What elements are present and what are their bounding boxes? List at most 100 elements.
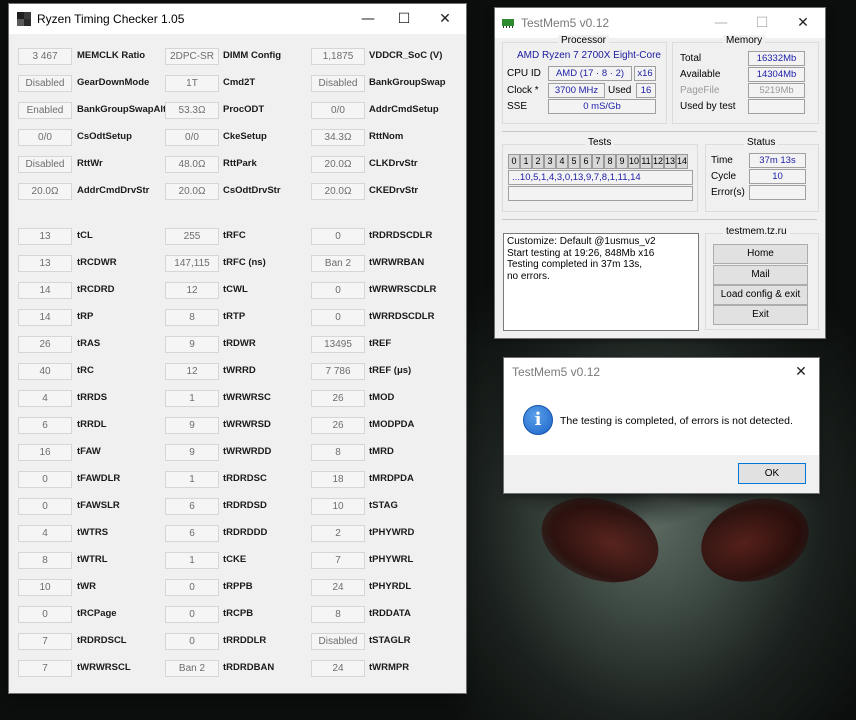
parameter-label: tRCDRD bbox=[77, 284, 115, 295]
value-field: Disabled bbox=[18, 156, 72, 173]
value-field: Enabled bbox=[18, 102, 72, 119]
value-field: 9 bbox=[165, 336, 219, 353]
testmem-window: TestMem5 v0.12 — ☐ ✕ Processor AMD Ryzen… bbox=[495, 8, 825, 338]
parameter-label: Cmd2T bbox=[223, 77, 256, 88]
cpu-id-value: AMD (17 · 8 · 2) bbox=[548, 66, 632, 81]
parameter-label: tRC bbox=[77, 365, 94, 376]
close-button[interactable]: ✕ bbox=[781, 8, 825, 38]
value-field: 40 bbox=[18, 363, 72, 380]
rtc-titlebar[interactable]: Ryzen Timing Checker 1.05 — ☐ ✕ bbox=[9, 4, 466, 34]
value-field: 0 bbox=[18, 498, 72, 515]
dialog-titlebar[interactable]: TestMem5 v0.12 ✕ bbox=[504, 358, 819, 386]
parameter-label: tWRWRSCDLR bbox=[369, 284, 437, 295]
parameter-label: tRDRDSCDLR bbox=[369, 230, 433, 241]
parameter-label: VDDCR_SoC (V) bbox=[369, 50, 443, 61]
parameter-label: tPHYWRD bbox=[369, 527, 415, 538]
parameter-label: tFAWSLR bbox=[77, 500, 120, 511]
parameter-label: tRPPB bbox=[223, 581, 253, 592]
test-number: 12 bbox=[652, 154, 664, 169]
clock-value: 3700 MHz bbox=[548, 83, 605, 98]
test-number: 1 bbox=[520, 154, 532, 169]
group-title: testmem.tz.ru bbox=[723, 226, 790, 237]
value-field: 10 bbox=[311, 498, 365, 515]
value-field: 8 bbox=[311, 444, 365, 461]
parameter-label: tCL bbox=[77, 230, 93, 241]
parameter-label: tCWL bbox=[223, 284, 248, 295]
exit-button[interactable]: Exit bbox=[713, 305, 808, 325]
close-button[interactable]: ✕ bbox=[784, 357, 818, 387]
parameter-label: tSTAG bbox=[369, 500, 398, 511]
value-field: Ban 2 bbox=[311, 255, 365, 272]
value-field: 0 bbox=[165, 606, 219, 623]
parameter-label: tRP bbox=[77, 311, 94, 322]
test-number: 9 bbox=[616, 154, 628, 169]
parameter-label: tFAWDLR bbox=[77, 473, 121, 484]
maximize-button[interactable]: ☐ bbox=[382, 4, 426, 34]
value-field: 14 bbox=[18, 309, 72, 326]
parameter-label: CLKDrvStr bbox=[369, 158, 418, 169]
test-number: 11 bbox=[640, 154, 652, 169]
test-number: 10 bbox=[628, 154, 640, 169]
minimize-button[interactable]: — bbox=[699, 8, 743, 38]
pagefile-value: 5219Mb bbox=[748, 83, 805, 98]
test-number: 8 bbox=[604, 154, 616, 169]
parameter-label: ProcODT bbox=[223, 104, 265, 115]
available-label: Available bbox=[680, 69, 721, 80]
separator bbox=[502, 131, 817, 132]
parameter-label: tRDRDSCL bbox=[77, 635, 127, 646]
parameter-label: tREF (μs) bbox=[369, 365, 412, 376]
separator bbox=[502, 219, 817, 220]
value-field: 0 bbox=[311, 282, 365, 299]
value-field: 147,115 bbox=[165, 255, 219, 272]
value-field: 20.0Ω bbox=[18, 183, 72, 200]
log-textbox[interactable]: Customize: Default @1usmus_v2 Start test… bbox=[503, 233, 699, 331]
app-icon bbox=[17, 12, 31, 26]
testmem-titlebar[interactable]: TestMem5 v0.12 — ☐ ✕ bbox=[495, 8, 825, 38]
load-config-exit-button[interactable]: Load config & exit bbox=[713, 285, 808, 305]
test-number: 5 bbox=[568, 154, 580, 169]
group-title: Memory bbox=[723, 35, 766, 46]
parameter-label: tRTP bbox=[223, 311, 246, 322]
completion-dialog: TestMem5 v0.12 ✕ i The testing is comple… bbox=[504, 358, 819, 493]
clock-label: Clock * bbox=[507, 85, 539, 96]
test-number: 13 bbox=[664, 154, 676, 169]
parameter-label: tRAS bbox=[77, 338, 101, 349]
parameter-label: CKEDrvStr bbox=[369, 185, 419, 196]
parameter-label: tWRWRSCL bbox=[77, 662, 131, 673]
value-field: 7 786 bbox=[311, 363, 365, 380]
group-title: Status bbox=[744, 137, 779, 148]
value-field: 7 bbox=[18, 660, 72, 677]
parameter-label: RttWr bbox=[77, 158, 103, 169]
value-field: 0/0 bbox=[165, 129, 219, 146]
used-by-test-value bbox=[748, 99, 805, 114]
close-button[interactable]: ✕ bbox=[423, 4, 467, 34]
parameter-label: tSTAGLR bbox=[369, 635, 411, 646]
mail-button[interactable]: Mail bbox=[713, 265, 808, 285]
total-label: Total bbox=[680, 53, 702, 64]
value-field: 6 bbox=[165, 525, 219, 542]
value-field: 8 bbox=[311, 606, 365, 623]
ok-button[interactable]: OK bbox=[738, 463, 806, 484]
home-button[interactable]: Home bbox=[713, 244, 808, 264]
value-field: 0 bbox=[165, 579, 219, 596]
parameter-label: tWTRS bbox=[77, 527, 109, 538]
value-field: 14 bbox=[18, 282, 72, 299]
value-field: 8 bbox=[165, 309, 219, 326]
value-field: 0 bbox=[18, 606, 72, 623]
value-field: 0/0 bbox=[311, 102, 365, 119]
parameter-label: BankGroupSwapAlt bbox=[77, 104, 167, 115]
parameter-label: tREF bbox=[369, 338, 392, 349]
used-value: 16 bbox=[636, 83, 656, 98]
test-number: 6 bbox=[580, 154, 592, 169]
parameter-label: tRCPB bbox=[223, 608, 254, 619]
value-field: 48.0Ω bbox=[165, 156, 219, 173]
value-field: 12 bbox=[165, 363, 219, 380]
maximize-button[interactable]: ☐ bbox=[740, 8, 784, 38]
parameter-label: RttNom bbox=[369, 131, 404, 142]
parameter-label: tMRD bbox=[369, 446, 394, 457]
parameter-label: BankGroupSwap bbox=[369, 77, 446, 88]
value-field: 53.3Ω bbox=[165, 102, 219, 119]
test-sequence: ...10,5,1,4,3,0,13,9,7,8,1,11,14 bbox=[508, 170, 693, 185]
parameter-label: tWRRD bbox=[223, 365, 256, 376]
value-field: 13495 bbox=[311, 336, 365, 353]
